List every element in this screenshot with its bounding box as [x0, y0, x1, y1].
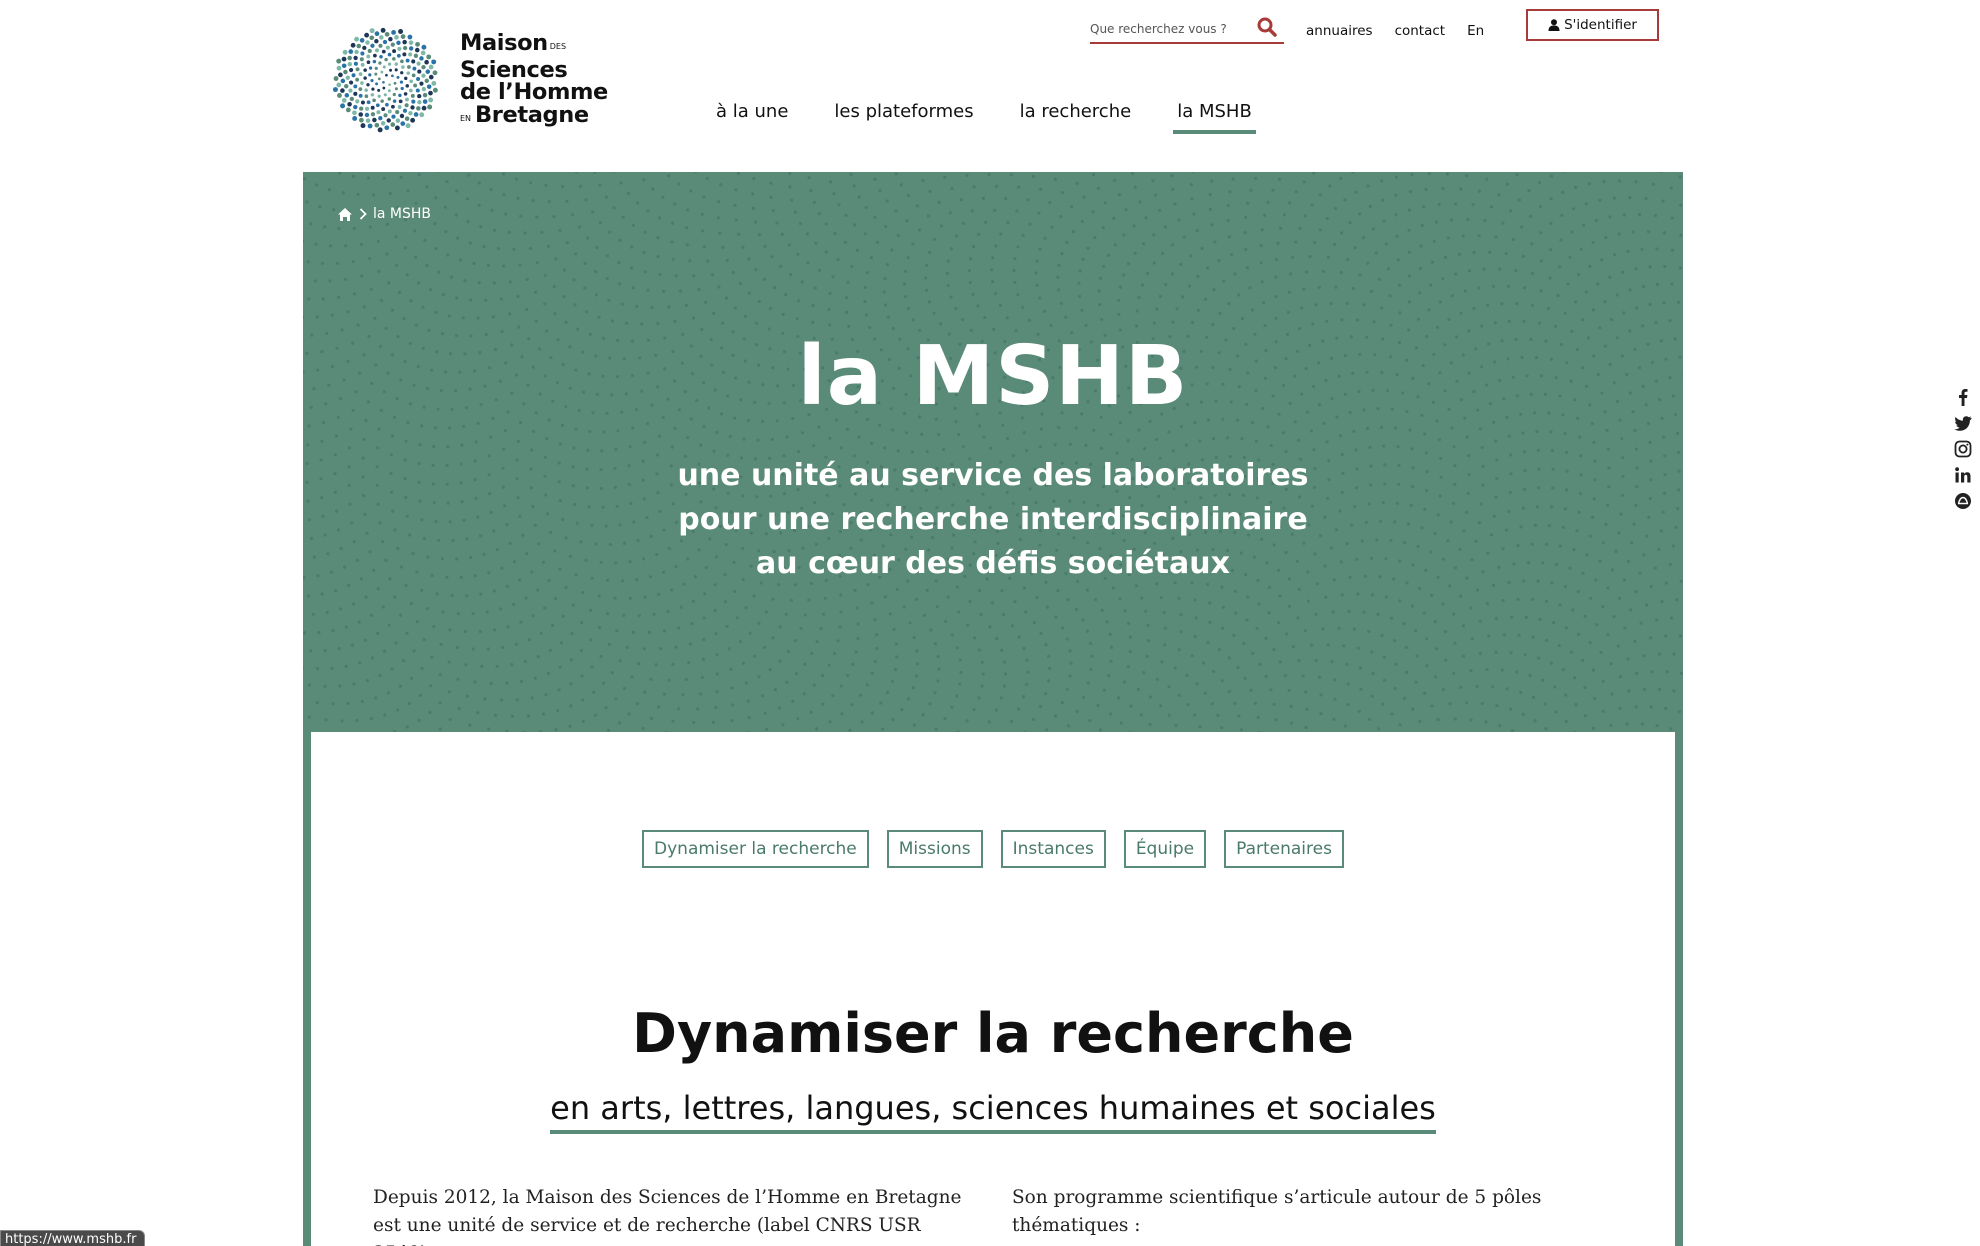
twitter-link[interactable]	[1954, 414, 1974, 432]
linkedin-icon	[1955, 467, 1971, 483]
login-label: S'identifier	[1564, 17, 1637, 33]
logo-line-3: de l’Homme	[460, 79, 608, 105]
tab-partenaires[interactable]: Partenaires	[1224, 830, 1344, 868]
intro-paragraph-right: Son programme scientifique s’articule au…	[1012, 1187, 1542, 1236]
facebook-icon	[1959, 389, 1968, 406]
section-title: Dynamiser la recherche	[632, 1002, 1354, 1065]
hero-banner: la MSHB la MSHB une unité au service des…	[303, 172, 1683, 732]
logo-line-4: Bretagne	[475, 101, 589, 128]
link-contact[interactable]: contact	[1395, 20, 1446, 42]
hero-subtitle-line-3: au cœur des défis sociétaux	[756, 546, 1230, 581]
search-input[interactable]	[1090, 18, 1250, 40]
tab-missions[interactable]: Missions	[886, 830, 983, 868]
content-frame: Dynamiser la recherche Missions Instance…	[303, 732, 1683, 1246]
login-button[interactable]: S'identifier	[1526, 9, 1659, 41]
section-tabs: Dynamiser la recherche Missions Instance…	[311, 830, 1675, 868]
site-logo[interactable]: Maison DES Sciences de l’Homme EN Bretagne	[330, 24, 610, 136]
logo-line-1: Maison	[460, 30, 548, 56]
dot-pattern-background	[303, 172, 1683, 732]
logo-line-2: Sciences	[460, 56, 568, 83]
tab-equipe[interactable]: Équipe	[1123, 830, 1207, 868]
linkedin-link[interactable]	[1954, 466, 1974, 484]
page-title: la MSHB	[797, 329, 1189, 424]
hal-icon	[1955, 493, 1971, 509]
instagram-icon	[1954, 440, 1972, 458]
main-nav: à la une les plateformes la recherche la…	[712, 96, 1294, 138]
breadcrumb-current: la MSHB	[373, 206, 432, 222]
utility-nav: annuaires contact En	[1306, 20, 1506, 42]
link-language-en[interactable]: En	[1467, 20, 1484, 42]
nav-item-la-recherche[interactable]: la recherche	[1016, 96, 1136, 134]
hero-subtitle-line-2: pour une recherche interdisciplinaire	[678, 502, 1308, 537]
user-icon	[1548, 19, 1560, 31]
breadcrumb-home-link[interactable]	[337, 207, 353, 222]
search-icon	[1257, 17, 1277, 37]
logo-mark-icon	[332, 27, 438, 133]
facebook-link[interactable]	[1954, 388, 1974, 406]
search-button[interactable]	[1256, 16, 1278, 38]
twitter-icon	[1954, 416, 1972, 431]
instagram-link[interactable]	[1954, 440, 1974, 458]
logo-line-1-small: DES	[549, 42, 567, 51]
chevron-right-icon	[359, 208, 367, 220]
social-links	[1954, 388, 1978, 510]
logo-wordmark: Maison DES Sciences de l’Homme EN Bretagne	[460, 32, 608, 130]
logo-line-4-small: EN	[460, 113, 472, 123]
status-bar-url: https://www.mshb.fr	[0, 1230, 146, 1246]
intro-paragraph-left: Depuis 2012, la Maison des Sciences de l…	[373, 1187, 962, 1246]
search-box	[1090, 14, 1284, 44]
home-icon	[338, 207, 352, 221]
tab-instances[interactable]: Instances	[1000, 830, 1106, 868]
breadcrumb: la MSHB	[337, 206, 431, 222]
nav-item-les-plateformes[interactable]: les plateformes	[830, 96, 977, 134]
hal-link[interactable]	[1954, 492, 1974, 510]
tab-dynamiser-la-recherche[interactable]: Dynamiser la recherche	[642, 830, 869, 868]
section-subtitle: en arts, lettres, langues, sciences huma…	[550, 1088, 1436, 1134]
nav-item-la-mshb[interactable]: la MSHB	[1173, 96, 1256, 134]
hero-subtitle-line-1: une unité au service des laboratoires	[677, 458, 1309, 493]
section-subtitle-wrap: en arts, lettres, langues, sciences huma…	[311, 1088, 1675, 1134]
nav-item-a-la-une[interactable]: à la une	[712, 96, 792, 134]
link-annuaires[interactable]: annuaires	[1306, 20, 1373, 42]
hero-subtitle: une unité au service des laboratoires po…	[303, 454, 1683, 586]
